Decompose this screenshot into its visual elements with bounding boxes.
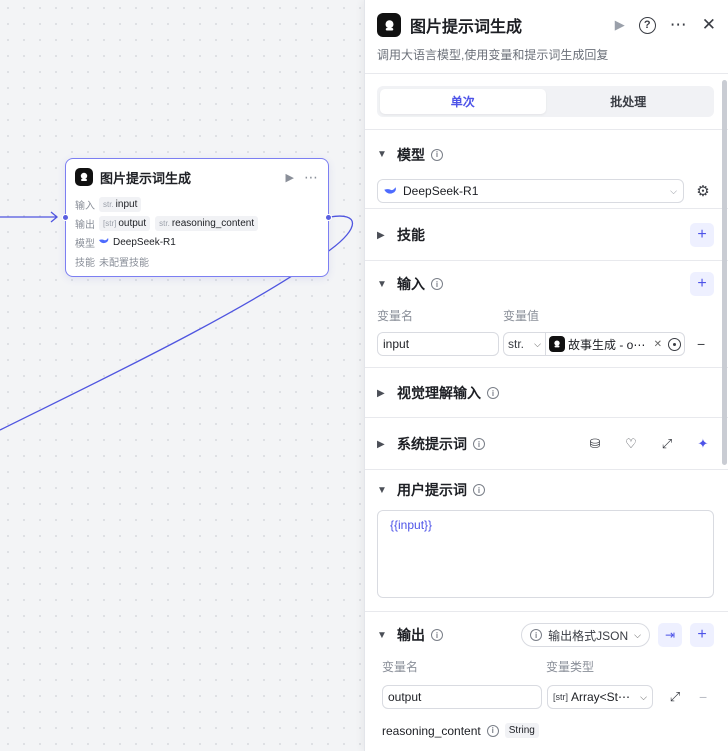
expand-icon[interactable]: ⤢ xyxy=(656,436,678,452)
output-var-name[interactable]: output xyxy=(382,685,542,709)
output-tag: [str] output xyxy=(99,216,151,231)
section-title: 输出 xyxy=(397,627,425,643)
output-type-select[interactable]: [str] Array<St⋯ ⌵ xyxy=(547,685,653,709)
info-icon[interactable]: i xyxy=(431,629,443,641)
add-output-button[interactable]: + xyxy=(690,623,714,647)
info-icon[interactable]: i xyxy=(431,278,443,290)
chevron-down-icon: ⌵ xyxy=(640,691,647,702)
input-port[interactable] xyxy=(62,214,69,221)
info-icon[interactable]: i xyxy=(473,484,485,496)
section-title: 技能 xyxy=(397,227,425,243)
reasoning-tag: str. reasoning_content xyxy=(155,216,259,231)
llm-node[interactable]: 图片提示词生成 ▶ ⋯ 输入 str. input 输出 [str] output … xyxy=(62,158,332,277)
model-select[interactable]: DeepSeek-R1 ⌵ xyxy=(377,179,684,203)
output-section: ▼ 输出 i i 输出格式JSON ⌵ ⇥ + 变量名 变量类型 output … xyxy=(365,612,728,751)
system-prompt-section: ▶ 系统提示词 i ⛁ ♡ ⤢ ✦ xyxy=(365,418,728,470)
chevron-down-icon: ⌵ xyxy=(634,629,641,640)
node-model-row: 模型 DeepSeek-R1 xyxy=(75,237,176,250)
remove-input-button[interactable]: − xyxy=(697,336,705,352)
remove-output-button[interactable]: − xyxy=(699,689,707,705)
clear-icon[interactable]: ✕ xyxy=(654,339,662,350)
mode-tabs-wrap: 单次 批处理 xyxy=(365,74,728,130)
deepseek-icon xyxy=(99,237,109,248)
node-input-row: 输入 str. input xyxy=(66,195,328,214)
chevron-down-icon[interactable]: ▼ xyxy=(377,149,387,160)
more-icon[interactable]: ⋯ xyxy=(670,15,688,35)
user-prompt-section: ▼ 用户提示词 i {{input}} xyxy=(365,470,728,612)
workflow-canvas[interactable]: 图片提示词生成 ▶ ⋯ 输入 str. input 输出 [str] output … xyxy=(0,0,364,751)
add-input-button[interactable]: + xyxy=(690,272,714,296)
node-skill-row: 技能 未配置技能 xyxy=(75,258,149,269)
help-icon[interactable]: ? xyxy=(638,16,656,34)
more-icon[interactable]: ⋯ xyxy=(304,169,319,186)
model-section: ▼ 模型 i DeepSeek-R1 ⌵ ⚙ xyxy=(365,130,728,209)
tab-batch[interactable]: 批处理 xyxy=(546,89,712,114)
chevron-right-icon[interactable]: ▶ xyxy=(377,439,387,450)
info-icon[interactable]: i xyxy=(473,438,485,450)
type-badge: String xyxy=(504,723,539,738)
skills-section: ▶ 技能 + xyxy=(365,209,728,261)
info-icon[interactable]: i xyxy=(486,724,499,737)
chevron-right-icon[interactable]: ▶ xyxy=(377,388,387,399)
ref-tag: 故事生成 - o⋯ xyxy=(568,337,646,352)
section-title: 视觉理解输入 xyxy=(397,385,481,401)
chevron-down-icon[interactable]: ▼ xyxy=(377,279,387,290)
node-output-row: 输出 [str] output str. reasoning_content xyxy=(66,214,328,233)
chevron-right-icon[interactable]: ▶ xyxy=(377,230,387,241)
panel-scrollbar[interactable] xyxy=(722,80,727,465)
input-var-name[interactable]: input xyxy=(377,332,499,356)
mode-tabs: 单次 批处理 xyxy=(377,86,714,117)
chevron-down-icon: ⌵ xyxy=(670,185,677,196)
close-icon[interactable]: ✕ xyxy=(702,15,716,35)
node-config-panel: 图片提示词生成 ▶ ? ⋯ ✕ 调用大语言模型,使用变量和提示词生成回复 单次 … xyxy=(364,0,728,751)
library-icon[interactable]: ⛁ xyxy=(584,436,606,452)
run-icon[interactable]: ▶ xyxy=(286,171,294,184)
section-title: 输入 xyxy=(397,276,425,292)
ai-sparkle-icon[interactable]: ✦ xyxy=(692,436,714,452)
deepseek-icon xyxy=(384,187,396,194)
chevron-down-icon[interactable]: ▼ xyxy=(377,630,387,641)
reasoning-output-name: reasoning_content xyxy=(382,723,481,738)
section-title: 用户提示词 xyxy=(397,482,467,498)
chevron-down-icon[interactable]: ▼ xyxy=(377,485,387,496)
info-icon[interactable]: i xyxy=(431,148,443,161)
section-title: 系统提示词 xyxy=(397,436,467,452)
panel-description: 调用大语言模型,使用变量和提示词生成回复 xyxy=(377,48,609,62)
target-icon[interactable] xyxy=(668,337,681,351)
panel-header: 图片提示词生成 ▶ ? ⋯ ✕ 调用大语言模型,使用变量和提示词生成回复 xyxy=(365,0,728,74)
chevron-down-icon: ⌵ xyxy=(534,338,541,349)
model-logo-icon xyxy=(75,168,93,186)
run-icon[interactable]: ▶ xyxy=(615,17,625,33)
connection-wires xyxy=(0,211,354,431)
model-logo-icon xyxy=(377,13,401,37)
gear-icon[interactable]: ⚙ xyxy=(692,182,714,200)
section-title: 模型 xyxy=(397,146,425,163)
add-skill-button[interactable]: + xyxy=(690,223,714,247)
tab-single[interactable]: 单次 xyxy=(380,89,546,114)
input-section: ▼ 输入 i + 变量名 变量值 input str. ⌵ 故事生成 - o⋯ … xyxy=(365,261,728,368)
info-icon[interactable]: i xyxy=(487,387,499,399)
bulb-icon[interactable]: ♡ xyxy=(620,436,642,452)
info-icon: i xyxy=(530,629,543,641)
expand-icon[interactable]: ⤢ xyxy=(664,689,686,705)
input-tag: str. input xyxy=(99,197,142,212)
import-button[interactable]: ⇥ xyxy=(658,623,682,647)
user-prompt-editor[interactable]: {{input}} xyxy=(377,510,714,598)
input-var-value[interactable]: str. ⌵ 故事生成 - o⋯ ✕ xyxy=(503,332,685,356)
output-port[interactable] xyxy=(325,214,332,221)
output-format-select[interactable]: i 输出格式JSON ⌵ xyxy=(521,623,650,647)
vision-section: ▶ 视觉理解输入 i xyxy=(365,368,728,418)
model-logo-icon xyxy=(549,336,565,352)
panel-title: 图片提示词生成 xyxy=(410,19,523,36)
node-title: 图片提示词生成 xyxy=(100,170,192,186)
